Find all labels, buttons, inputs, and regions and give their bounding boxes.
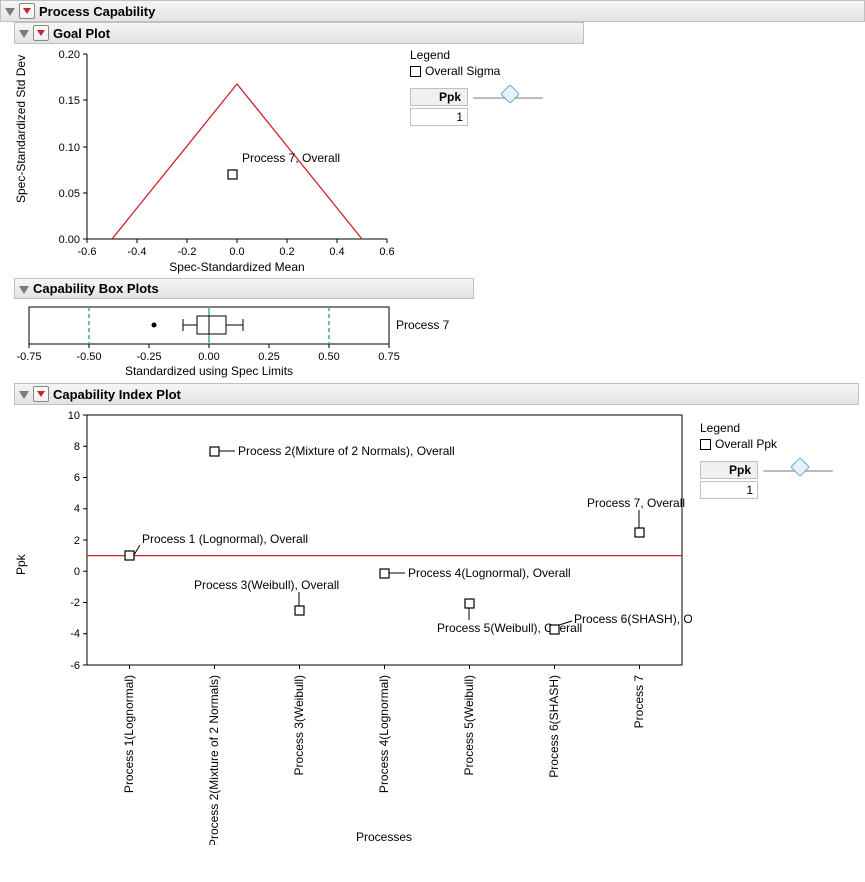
svg-text:0: 0 <box>74 566 80 578</box>
svg-text:0.25: 0.25 <box>258 351 279 363</box>
svg-text:Process 5(Weibull): Process 5(Weibull) <box>462 675 476 775</box>
menu-red-triangle-icon[interactable] <box>33 25 49 41</box>
svg-text:Process 7: Process 7 <box>632 675 646 729</box>
index-plot-title: Capability Index Plot <box>53 387 181 402</box>
svg-text:-4: -4 <box>70 628 80 640</box>
svg-text:Process 5(Weibull), Overall: Process 5(Weibull), Overall <box>437 621 582 635</box>
svg-text:0.00: 0.00 <box>198 351 219 363</box>
svg-text:-0.75: -0.75 <box>16 351 41 363</box>
index-plot-header[interactable]: Capability Index Plot <box>14 383 859 405</box>
slider-thumb-icon[interactable] <box>790 457 810 477</box>
svg-text:0.20: 0.20 <box>59 49 80 61</box>
svg-text:0.05: 0.05 <box>59 188 80 200</box>
capability-index-chart: -6 -4 -2 0 2 4 6 8 10 <box>32 405 692 845</box>
svg-text:0.6: 0.6 <box>379 246 394 258</box>
svg-text:-0.4: -0.4 <box>128 246 147 258</box>
svg-text:Process 1(Lognormal): Process 1(Lognormal) <box>122 675 136 793</box>
svg-text:-2: -2 <box>70 597 80 609</box>
svg-text:0.2: 0.2 <box>279 246 294 258</box>
menu-red-triangle-icon[interactable] <box>33 386 49 402</box>
svg-text:Process 3(Weibull): Process 3(Weibull) <box>292 675 306 775</box>
goal-plot-chart: 0.00 0.05 0.10 0.15 0.20 -0.6 -0.4 -0.2 … <box>32 44 402 274</box>
svg-text:Process 4(Lognormal): Process 4(Lognormal) <box>377 675 391 793</box>
goal-ppk-slider[interactable] <box>473 92 543 104</box>
svg-text:0.10: 0.10 <box>59 142 80 154</box>
svg-text:4: 4 <box>74 503 80 515</box>
svg-text:Process 4(Lognormal), Overall: Process 4(Lognormal), Overall <box>408 566 571 580</box>
svg-text:-6: -6 <box>70 660 80 672</box>
svg-text:-0.25: -0.25 <box>136 351 161 363</box>
capability-box-plot: Process 7 -0.75 -0.50 -0.25 0.00 0.25 0.… <box>14 299 474 379</box>
svg-text:Process 1 (Lognormal), Overall: Process 1 (Lognormal), Overall <box>142 532 308 546</box>
disclosure-triangle-icon[interactable] <box>19 286 29 294</box>
svg-text:Process 7, Overall: Process 7, Overall <box>587 496 685 510</box>
goal-legend-title: Legend <box>410 48 543 62</box>
box-row-label: Process 7 <box>396 318 450 332</box>
svg-text:10: 10 <box>68 410 80 422</box>
svg-text:Process 2(Mixture of 2 Normals: Process 2(Mixture of 2 Normals), Overall <box>238 444 455 458</box>
menu-red-triangle-icon[interactable] <box>19 3 35 19</box>
svg-text:8: 8 <box>74 441 80 453</box>
svg-text:-0.50: -0.50 <box>76 351 101 363</box>
square-marker-icon <box>410 66 421 77</box>
idx-ppk-label: Ppk <box>700 461 758 479</box>
goal-ppk-label: Ppk <box>410 88 468 106</box>
process-capability-title: Process Capability <box>39 4 155 19</box>
slider-thumb-icon[interactable] <box>500 84 520 104</box>
goal-ppk-input[interactable]: 1 <box>410 108 468 126</box>
svg-text:0.00: 0.00 <box>59 234 80 246</box>
svg-text:0.4: 0.4 <box>329 246 344 258</box>
box-plots-title: Capability Box Plots <box>33 281 159 296</box>
process-capability-header[interactable]: Process Capability <box>0 0 865 22</box>
svg-text:-0.6: -0.6 <box>78 246 97 258</box>
disclosure-triangle-icon[interactable] <box>19 30 29 38</box>
idx-xlabel: Processes <box>356 830 412 844</box>
goal-data-point <box>228 170 237 179</box>
svg-text:Process 6(SHASH): Process 6(SHASH) <box>547 675 561 778</box>
idx-legend-title: Legend <box>700 421 833 435</box>
svg-text:6: 6 <box>74 472 80 484</box>
box-plots-header[interactable]: Capability Box Plots <box>14 278 474 299</box>
disclosure-triangle-icon[interactable] <box>5 8 15 16</box>
svg-text:2: 2 <box>74 535 80 547</box>
box-xlabel: Standardized using Spec Limits <box>125 364 293 378</box>
idx-legend-item: Overall Ppk <box>700 437 833 451</box>
disclosure-triangle-icon[interactable] <box>19 391 29 399</box>
goal-xlabel: Spec-Standardized Mean <box>169 260 304 274</box>
goal-ylabel: Spec-Standardized Std Dev <box>14 44 32 274</box>
svg-text:-0.2: -0.2 <box>178 246 197 258</box>
idx-ppk-input[interactable]: 1 <box>700 481 758 499</box>
svg-text:0.75: 0.75 <box>378 351 399 363</box>
idx-ylabel: Ppk <box>14 405 32 845</box>
square-marker-icon <box>700 439 711 450</box>
goal-plot-title: Goal Plot <box>53 26 110 41</box>
svg-text:Process 6(SHASH), Overall: Process 6(SHASH), Overall <box>574 612 692 626</box>
svg-text:0.0: 0.0 <box>229 246 244 258</box>
svg-text:0.15: 0.15 <box>59 95 80 107</box>
goal-legend-item: Overall Sigma <box>410 64 543 78</box>
svg-text:Process 3(Weibull), Overall: Process 3(Weibull), Overall <box>194 578 339 592</box>
svg-text:0.50: 0.50 <box>318 351 339 363</box>
goal-point-label: Process 7, Overall <box>242 151 340 165</box>
goal-plot-header[interactable]: Goal Plot <box>14 22 584 44</box>
svg-text:Process 2(Mixture of 2 Normals: Process 2(Mixture of 2 Normals) <box>207 675 221 845</box>
idx-ppk-slider[interactable] <box>763 465 833 477</box>
